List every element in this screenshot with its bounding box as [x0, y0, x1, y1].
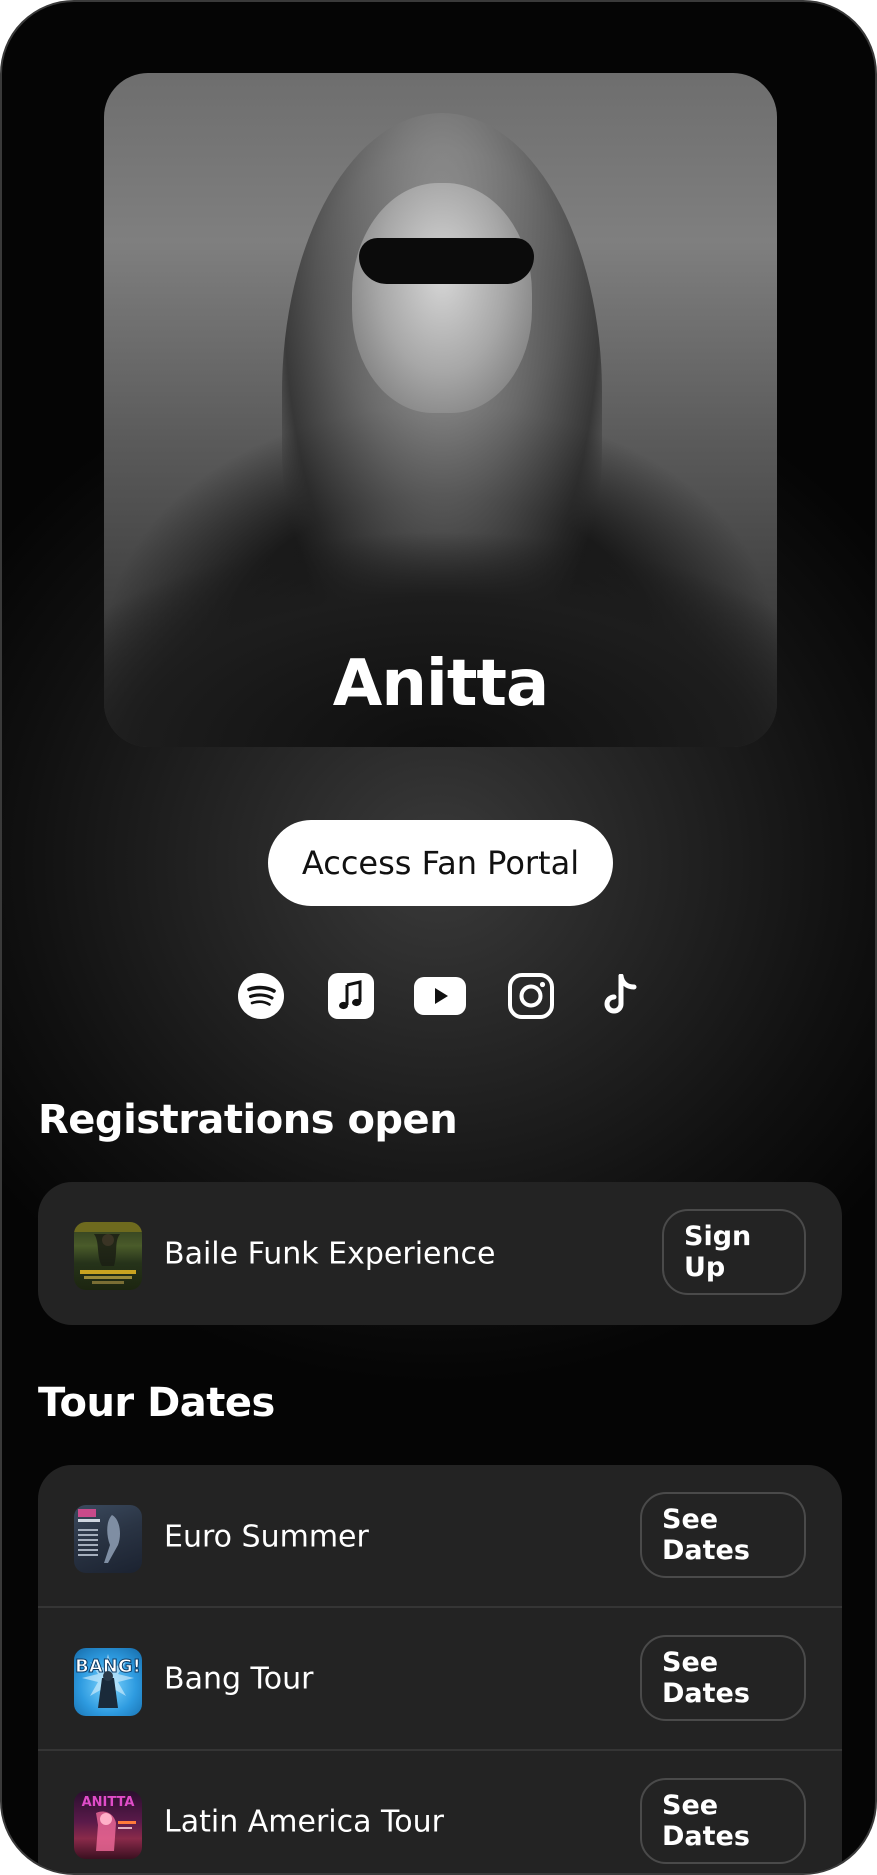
list-item: Baile Funk Experience Sign Up [38, 1182, 842, 1325]
table-row: Euro Summer See Dates [38, 1465, 842, 1608]
artist-name: Anitta [332, 647, 549, 721]
hero-photo-sunglasses [359, 238, 534, 284]
app-screen: Anitta Access Fan Portal Registrations o… [0, 0, 877, 1875]
tour-title: Latin America Tour [164, 1804, 444, 1839]
tour-title: Bang Tour [164, 1661, 314, 1696]
tour-thumbnail [74, 1505, 142, 1573]
apple-music-icon[interactable] [327, 972, 375, 1020]
event-title: Baile Funk Experience [164, 1236, 496, 1271]
see-dates-button[interactable]: See Dates [640, 1492, 806, 1578]
see-dates-button[interactable]: See Dates [640, 1778, 806, 1864]
table-row: ANITTA Latin America Tour See Dates [38, 1749, 842, 1873]
see-dates-button[interactable]: See Dates [640, 1635, 806, 1721]
social-links [2, 972, 875, 1020]
registrations-section-title: Registrations open [38, 1097, 458, 1143]
tour-thumbnail: ANITTA [74, 1791, 142, 1859]
tour-thumbnail: BANG! [74, 1648, 142, 1716]
artist-hero-image: Anitta [104, 73, 777, 747]
hero-photo-face [352, 183, 532, 413]
spotify-icon[interactable] [237, 972, 285, 1020]
tour-dates-section-title: Tour Dates [38, 1380, 275, 1426]
access-fan-portal-button[interactable]: Access Fan Portal [268, 820, 613, 906]
tour-title: Euro Summer [164, 1519, 369, 1554]
event-thumbnail [74, 1222, 142, 1290]
tour-dates-card: Euro Summer See Dates BANG! Bang Tour Se… [38, 1465, 842, 1873]
instagram-icon[interactable] [507, 972, 555, 1020]
svg-text:ANITTA: ANITTA [82, 1795, 135, 1810]
sign-up-button[interactable]: Sign Up [662, 1209, 806, 1295]
table-row: BANG! Bang Tour See Dates [38, 1606, 842, 1749]
registrations-card: Baile Funk Experience Sign Up [38, 1182, 842, 1325]
youtube-icon[interactable] [414, 972, 466, 1020]
tiktok-icon[interactable] [597, 972, 645, 1020]
